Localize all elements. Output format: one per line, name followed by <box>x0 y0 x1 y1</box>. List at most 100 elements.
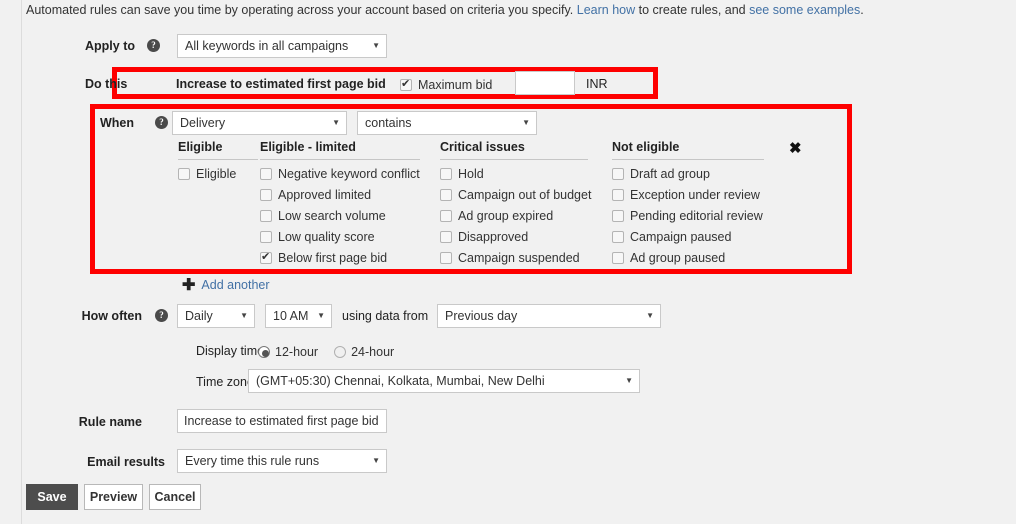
how-often-label: How often <box>81 309 142 323</box>
checkbox-box[interactable] <box>260 250 272 264</box>
add-another-label: Add another <box>201 278 270 292</box>
checkbox-ad-group-paused[interactable]: Ad group paused <box>612 250 725 265</box>
checkbox-campaign-suspended[interactable]: Campaign suspended <box>440 250 580 265</box>
checkbox-label: Exception under review <box>630 188 760 202</box>
maximum-bid-checkbox[interactable] <box>400 77 412 91</box>
checkbox-draft-ad-group[interactable]: Draft ad group <box>612 166 710 181</box>
checkbox-label: Disapproved <box>458 230 529 244</box>
checkbox-box[interactable] <box>260 189 272 201</box>
frequency-select[interactable]: Daily ▼ <box>177 304 255 328</box>
chevron-down-icon: ▼ <box>332 118 340 127</box>
learn-how-link[interactable]: Learn how <box>577 3 635 17</box>
chevron-down-icon: ▼ <box>522 118 530 127</box>
email-results-select[interactable]: Every time this rule runs ▼ <box>177 449 387 473</box>
when-field-value: Delivery <box>180 116 226 130</box>
when-operator-select[interactable]: contains ▼ <box>357 111 537 135</box>
chevron-down-icon: ▼ <box>372 456 380 465</box>
checkbox-label: Campaign suspended <box>458 251 580 265</box>
display-time-radio-group[interactable]: 12-hour 24-hour <box>258 344 410 359</box>
time-select[interactable]: 10 AM ▼ <box>265 304 332 328</box>
see-some-examples-link[interactable]: see some examples <box>749 3 860 17</box>
checkbox-box[interactable] <box>260 168 272 180</box>
using-data-from-label: using data from <box>342 309 429 323</box>
checkbox-box[interactable] <box>440 252 452 264</box>
checkbox-label: Low quality score <box>278 230 375 244</box>
save-button[interactable]: Save <box>26 484 78 510</box>
checkbox-label: Hold <box>458 167 484 181</box>
checkbox-disapproved[interactable]: Disapproved <box>440 229 528 244</box>
time-zone-select[interactable]: (GMT+05:30) Chennai, Kolkata, Mumbai, Ne… <box>248 369 640 393</box>
checkbox-ad-group-expired[interactable]: Ad group expired <box>440 208 553 223</box>
radio-12-hour-label: 12-hour <box>275 345 319 359</box>
when-field-select[interactable]: Delivery ▼ <box>172 111 347 135</box>
apply-to-help-icon[interactable]: ? <box>147 39 160 52</box>
chevron-down-icon: ▼ <box>372 41 380 50</box>
checkbox-box[interactable] <box>260 231 272 243</box>
checkbox-low-search-volume[interactable]: Low search volume <box>260 208 386 223</box>
when-label: When <box>100 116 135 130</box>
chevron-down-icon: ▼ <box>240 311 248 320</box>
time-zone-value: (GMT+05:30) Chennai, Kolkata, Mumbai, Ne… <box>256 374 545 388</box>
checkbox-box[interactable] <box>612 189 624 201</box>
checkbox-label: Negative keyword conflict <box>278 167 420 181</box>
preview-button[interactable]: Preview <box>84 484 143 510</box>
remove-condition-close-icon[interactable]: ✖ <box>789 141 802 156</box>
checkbox-pending-editorial-review[interactable]: Pending editorial review <box>612 208 763 223</box>
checkbox-exception-under-review[interactable]: Exception under review <box>612 187 760 202</box>
checkbox-label: Approved limited <box>278 188 372 202</box>
chevron-down-icon: ▼ <box>317 311 325 320</box>
cancel-button[interactable]: Cancel <box>149 484 201 510</box>
column-header-eligible-limited: Eligible - limited <box>260 140 356 154</box>
checkbox-hold[interactable]: Hold <box>440 166 484 181</box>
checkbox-box[interactable] <box>440 231 452 243</box>
plus-icon: ✚ <box>182 277 196 294</box>
checkbox-box[interactable] <box>440 210 452 222</box>
maximum-bid-label: Maximum bid <box>418 78 493 92</box>
radio-12-hour[interactable] <box>258 346 270 358</box>
apply-to-select-value: All keywords in all campaigns <box>185 39 349 53</box>
when-help-icon[interactable]: ? <box>155 116 168 129</box>
data-range-select[interactable]: Previous day ▼ <box>437 304 661 328</box>
add-another-link[interactable]: ✚ Add another <box>182 275 270 295</box>
checkbox-label: Draft ad group <box>630 167 710 181</box>
checkbox-eligible[interactable]: Eligible <box>178 166 236 181</box>
do-this-label: Do this <box>85 77 128 91</box>
checkbox-negative-keyword-conflict[interactable]: Negative keyword conflict <box>260 166 420 181</box>
checkbox-low-quality-score[interactable]: Low quality score <box>260 229 375 244</box>
column-header-not-eligible: Not eligible <box>612 140 680 154</box>
chevron-down-icon: ▼ <box>646 311 654 320</box>
checkbox-box[interactable] <box>440 168 452 180</box>
checkbox-box[interactable] <box>612 168 624 180</box>
checkbox-box[interactable] <box>612 231 624 243</box>
time-value: 10 AM <box>273 309 309 323</box>
checkbox-box[interactable] <box>260 210 272 222</box>
checkbox-box[interactable] <box>178 168 190 180</box>
rule-name-input[interactable]: Increase to estimated first page bid <box>177 409 387 433</box>
checkbox-label: Campaign paused <box>630 230 732 244</box>
checkbox-label: Low search volume <box>278 209 386 223</box>
column-rule <box>178 159 258 160</box>
rule-name-label: Rule name <box>78 415 142 429</box>
maximum-bid-checkbox-row[interactable]: Maximum bid <box>400 77 492 92</box>
checkbox-box[interactable] <box>440 189 452 201</box>
checkbox-box[interactable] <box>612 252 624 264</box>
radio-24-hour[interactable] <box>334 346 347 358</box>
checkbox-label: Eligible <box>196 167 237 181</box>
apply-to-select[interactable]: All keywords in all campaigns ▼ <box>177 34 387 58</box>
checkbox-box[interactable] <box>612 210 624 222</box>
chevron-down-icon: ▼ <box>625 376 633 385</box>
checkbox-campaign-out-of-budget[interactable]: Campaign out of budget <box>440 187 591 202</box>
checkbox-approved-limited[interactable]: Approved limited <box>260 187 371 202</box>
intro-text: Automated rules can save you time by ope… <box>26 2 996 18</box>
checkbox-below-first-page-bid[interactable]: Below first page bid <box>260 250 387 265</box>
automated-rule-editor-page: Automated rules can save you time by ope… <box>0 0 1016 524</box>
how-often-help-icon[interactable]: ? <box>155 309 168 322</box>
checkbox-campaign-paused[interactable]: Campaign paused <box>612 229 731 244</box>
email-results-label: Email results <box>87 455 165 469</box>
maximum-bid-input[interactable] <box>515 71 575 95</box>
intro-text-middle: to create rules, and <box>635 3 750 17</box>
when-operator-value: contains <box>365 116 412 130</box>
email-results-value: Every time this rule runs <box>185 454 320 468</box>
rule-name-value: Increase to estimated first page bid <box>184 414 379 428</box>
currency-label: INR <box>586 77 608 91</box>
